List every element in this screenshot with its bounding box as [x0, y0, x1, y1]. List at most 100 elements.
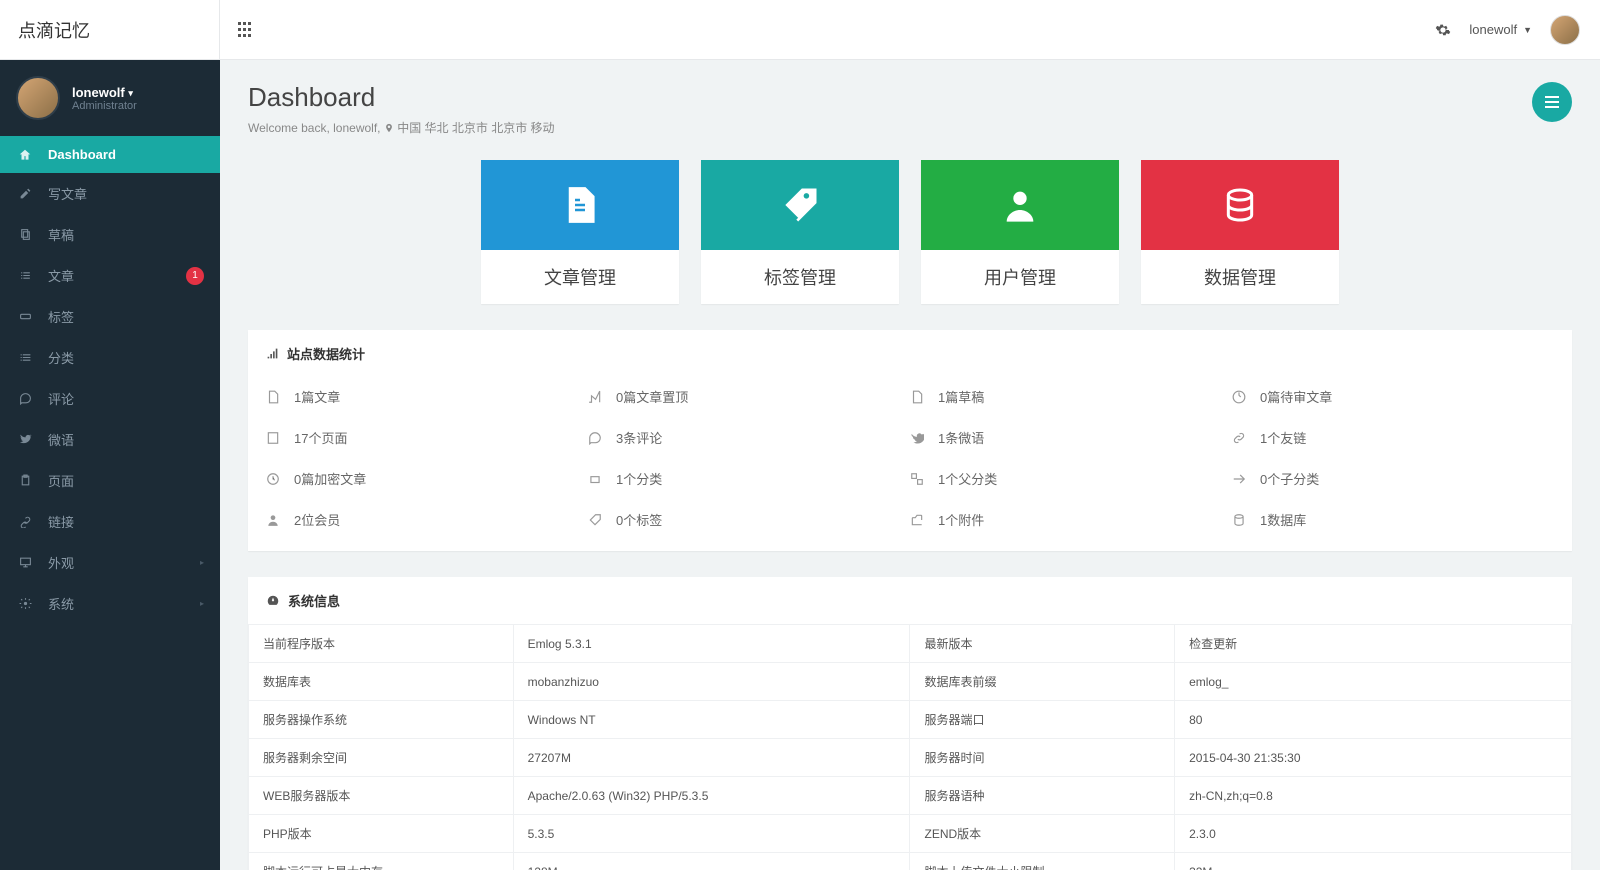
- stat-label: 1数据库: [1260, 510, 1306, 529]
- stat-icon: [910, 431, 926, 445]
- sidebar-item-comment[interactable]: 评论: [0, 378, 220, 419]
- stat-item[interactable]: 1条微语: [910, 428, 1232, 447]
- sidebar-item-write[interactable]: 写文章: [0, 173, 220, 214]
- dashboard-icon: [266, 594, 280, 608]
- sysinfo-key: 服务器操作系统: [249, 701, 514, 739]
- sidebar-item-system[interactable]: 系统▸: [0, 583, 220, 624]
- username-label: lonewolf: [1469, 22, 1517, 37]
- sysinfo-title: 系统信息: [288, 591, 340, 610]
- sysinfo-value: 32M: [1175, 853, 1572, 870]
- sysinfo-value: Emlog 5.3.1: [513, 625, 910, 663]
- stat-item[interactable]: 0篇待审文章: [1232, 387, 1554, 406]
- stat-label: 0篇待审文章: [1260, 387, 1332, 406]
- sysinfo-value: 128M: [513, 853, 910, 870]
- stat-item[interactable]: 0个子分类: [1232, 469, 1554, 488]
- stat-item[interactable]: 1个附件: [910, 510, 1232, 529]
- tile-tags[interactable]: 标签管理: [701, 160, 899, 304]
- sidebar: lonewolf ▾ Administrator Dashboard 写文章 草…: [0, 60, 220, 870]
- main-content: Dashboard Welcome back, lonewolf, 中国 华北 …: [220, 60, 1600, 870]
- link-icon: [16, 515, 34, 528]
- user-dropdown[interactable]: lonewolf ▼: [1469, 22, 1532, 37]
- chevron-right-icon: ▸: [200, 599, 204, 608]
- stat-item[interactable]: 0篇文章置顶: [588, 387, 910, 406]
- sysinfo-value: emlog_: [1175, 663, 1572, 701]
- edit-icon: [16, 187, 34, 200]
- home-icon: [16, 148, 34, 162]
- sysinfo-value: Apache/2.0.63 (Win32) PHP/5.3.5: [513, 777, 910, 815]
- sysinfo-key: 脚本运行可占最大内存: [249, 853, 514, 870]
- tile-articles[interactable]: 文章管理: [481, 160, 679, 304]
- stat-icon: [588, 390, 604, 404]
- sidebar-item-page[interactable]: 页面: [0, 460, 220, 501]
- chevron-right-icon: ▸: [200, 558, 204, 567]
- stat-label: 0篇加密文章: [294, 469, 366, 488]
- article-badge: 1: [186, 267, 204, 285]
- avatar: [16, 76, 60, 120]
- stat-label: 0个子分类: [1260, 469, 1319, 488]
- sidebar-item-appearance[interactable]: 外观▸: [0, 542, 220, 583]
- stat-label: 0篇文章置顶: [616, 387, 688, 406]
- tile-users[interactable]: 用户管理: [921, 160, 1119, 304]
- stat-label: 0个标签: [616, 510, 662, 529]
- sysinfo-key: PHP版本: [249, 815, 514, 853]
- table-row: WEB服务器版本Apache/2.0.63 (Win32) PHP/5.3.5服…: [249, 777, 1572, 815]
- stat-icon: [266, 513, 282, 527]
- table-row: 当前程序版本Emlog 5.3.1最新版本检查更新: [249, 625, 1572, 663]
- stat-item[interactable]: 0个标签: [588, 510, 910, 529]
- user-icon: [1000, 185, 1040, 225]
- tile-data[interactable]: 数据管理: [1141, 160, 1339, 304]
- stat-item[interactable]: 1数据库: [1232, 510, 1554, 529]
- stat-icon: [266, 472, 282, 486]
- topbar: 点滴记忆 lonewolf ▼: [0, 0, 1600, 60]
- profile-role: Administrator: [72, 100, 137, 112]
- sidebar-item-draft[interactable]: 草稿: [0, 214, 220, 255]
- gear-icon[interactable]: [1435, 22, 1451, 38]
- avatar[interactable]: [1550, 15, 1580, 45]
- stat-label: 1篇草稿: [938, 387, 984, 406]
- stat-item[interactable]: 1个分类: [588, 469, 910, 488]
- stat-icon: [266, 431, 282, 445]
- profile-name: lonewolf: [72, 85, 125, 100]
- sysinfo-key: 服务器剩余空间: [249, 739, 514, 777]
- sidebar-item-dashboard[interactable]: Dashboard: [0, 136, 220, 173]
- table-row: 服务器操作系统Windows NT服务器端口80: [249, 701, 1572, 739]
- sysinfo-value: 80: [1175, 701, 1572, 739]
- sidebar-item-link[interactable]: 链接: [0, 501, 220, 542]
- stat-icon: [1232, 431, 1248, 445]
- stat-icon: [588, 431, 604, 445]
- sysinfo-key: 数据库表前缀: [910, 663, 1175, 701]
- stat-icon: [588, 513, 604, 527]
- stat-item[interactable]: 1篇草稿: [910, 387, 1232, 406]
- sidebar-item-article[interactable]: 文章1: [0, 255, 220, 296]
- stats-panel: 站点数据统计 1篇文章0篇文章置顶1篇草稿0篇待审文章17个页面3条评论1条微语…: [248, 330, 1572, 551]
- stat-label: 17个页面: [294, 428, 347, 447]
- stat-item[interactable]: 3条评论: [588, 428, 910, 447]
- sidebar-item-tweet[interactable]: 微语: [0, 419, 220, 460]
- sysinfo-value: 5.3.5: [513, 815, 910, 853]
- stat-item[interactable]: 0篇加密文章: [266, 469, 588, 488]
- stat-item[interactable]: 1个父分类: [910, 469, 1232, 488]
- sidebar-item-category[interactable]: 分类: [0, 337, 220, 378]
- sysinfo-key: ZEND版本: [910, 815, 1175, 853]
- sysinfo-value: 2015-04-30 21:35:30: [1175, 739, 1572, 777]
- stat-item[interactable]: 17个页面: [266, 428, 588, 447]
- apps-icon[interactable]: [238, 22, 254, 38]
- caret-down-icon: ▼: [1523, 25, 1532, 35]
- list-icon: [16, 269, 34, 282]
- stat-label: 1篇文章: [294, 387, 340, 406]
- stat-item[interactable]: 1个友链: [1232, 428, 1554, 447]
- sysinfo-value: mobanzhizuo: [513, 663, 910, 701]
- page-subtitle: Welcome back, lonewolf, 中国 华北 北京市 北京市 移动: [248, 119, 555, 136]
- monitor-icon: [16, 556, 34, 569]
- plus-list-icon: [16, 351, 34, 364]
- brand[interactable]: 点滴记忆: [0, 0, 220, 60]
- table-row: 数据库表mobanzhizuo数据库表前缀emlog_: [249, 663, 1572, 701]
- sidebar-item-tag[interactable]: 标签: [0, 296, 220, 337]
- sysinfo-key: 服务器语种: [910, 777, 1175, 815]
- stat-item[interactable]: 1篇文章: [266, 387, 588, 406]
- stat-icon: [1232, 390, 1248, 404]
- sysinfo-key: 数据库表: [249, 663, 514, 701]
- menu-fab[interactable]: [1532, 82, 1572, 122]
- stat-item[interactable]: 2位会员: [266, 510, 588, 529]
- profile-block[interactable]: lonewolf ▾ Administrator: [0, 60, 220, 136]
